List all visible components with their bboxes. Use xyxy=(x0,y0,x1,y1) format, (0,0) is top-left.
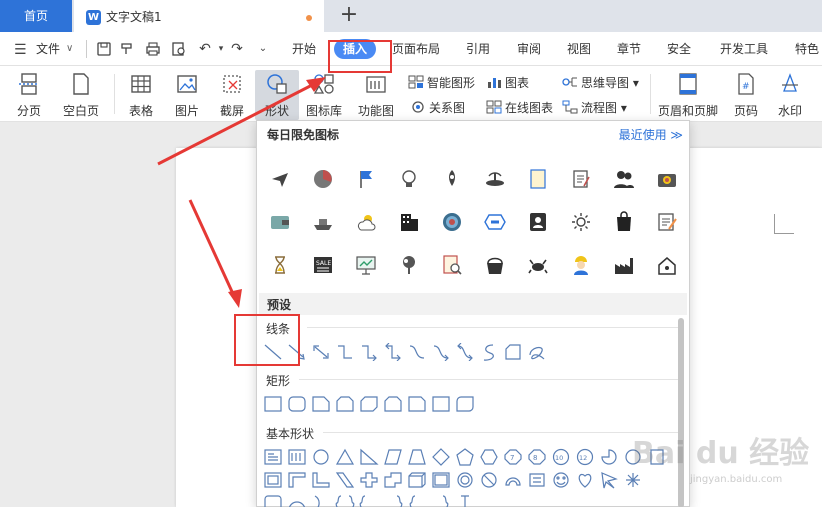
baidu-watermark-url: jingyan.baidu.com xyxy=(690,474,783,485)
baidu-watermark: Bai du 经验 xyxy=(632,436,810,471)
